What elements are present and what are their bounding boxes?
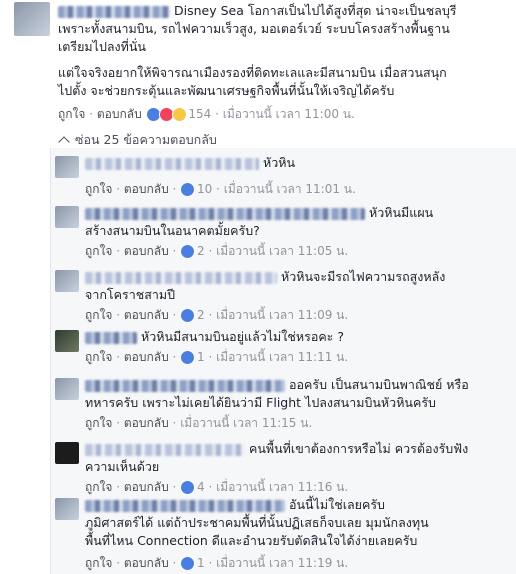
reply-actions: ถูกใจ · ตอบกลับ · เมื่อวานนี้ เวลา 11:15… xyxy=(85,416,313,430)
reaction-count[interactable]: 2 xyxy=(197,308,205,322)
avatar[interactable] xyxy=(55,156,79,178)
reply-link[interactable]: ตอบกลับ xyxy=(97,107,142,121)
avatar[interactable] xyxy=(55,498,79,520)
reply-actions: ถูกใจ · ตอบกลับ · 10 · เมื่อวานนี้ เวลา … xyxy=(85,182,356,197)
avatar[interactable] xyxy=(55,378,79,400)
reply-body: หัวหินมีสนามบินอยู่แล้วไม่ใช่หรอคะ ? xyxy=(85,328,505,346)
comment-paragraph-2: แต่ใจจริงอยากให้พิจารณาเมืองรองที่ติดทะเ… xyxy=(58,64,510,100)
reply-time[interactable]: เมื่อวานนี้ เวลา 11:11 น. xyxy=(216,350,348,364)
reply-body: อันนี้ไม่ใช่เลยครับ ภูมิศาสตร์ได้ แต่ถ้า… xyxy=(85,496,505,550)
reply-time[interactable]: เมื่อวานนี้ เวลา 11:01 น. xyxy=(224,182,356,196)
reaction-count[interactable]: 1 xyxy=(197,350,205,364)
top-comment-body: Disney Sea โอกาสเป็นไปได้สูงที่สุด น่าจะ… xyxy=(58,2,508,56)
reply-body: หัวหินจะมีรถไฟความรถสูงหลัง จากโคราชสามป… xyxy=(85,268,505,304)
reply-text-line-3: พื้นที่ไหน Connection ดีและอำนวยรับตัดสิ… xyxy=(85,533,418,548)
comment-line-1: Disney Sea โอกาสเป็นไปได้สูงที่สุด น่าจะ… xyxy=(173,3,457,18)
avatar[interactable] xyxy=(55,330,79,352)
comment-p2-line-2: ไปตั้ง จะช่วยกระตุ้นและพัฒนาเศรษฐกิจพื้น… xyxy=(58,83,395,98)
reply-time[interactable]: เมื่อวานนี้ เวลา 11:15 น. xyxy=(180,416,312,430)
commenter-name-redacted[interactable] xyxy=(58,5,170,18)
like-link[interactable]: ถูกใจ xyxy=(85,416,112,430)
comment-p2-line-1: แต่ใจจริงอยากให้พิจารณาเมืองรองที่ติดทะเ… xyxy=(58,65,447,80)
reply-author-redacted[interactable] xyxy=(85,207,365,220)
reply-text-line-2: ความเห็นด้วย xyxy=(85,459,160,474)
reply-body: หัวหิน xyxy=(85,154,505,172)
like-reaction-icon xyxy=(180,182,196,197)
reply-author-redacted[interactable] xyxy=(85,157,259,170)
reply-text-line-1: อันนี้ไม่ใช่เลยครับ xyxy=(288,497,385,512)
reply-item: หัวหินจะมีรถไฟความรถสูงหลัง จากโคราชสามป… xyxy=(51,266,511,332)
reply-text: หัวหินมีสนามบินอยู่แล้วไม่ใช่หรอคะ ? xyxy=(140,329,345,344)
avatar[interactable] xyxy=(55,206,79,228)
like-link[interactable]: ถูกใจ xyxy=(85,350,112,364)
reply-actions: ถูกใจ · ตอบกลับ · 2 · เมื่อวานนี้ เวลา 1… xyxy=(85,308,349,323)
like-link[interactable]: ถูกใจ xyxy=(85,244,112,258)
reply-text-line-2: ทหารครับ เพราะไม่เคยได้ยินว่ามี Flight ไ… xyxy=(85,395,436,410)
reply-item: หัวหิน ถูกใจ · ตอบกลับ · 10 · เมื่อวานนี… xyxy=(51,152,511,198)
reply-link[interactable]: ตอบกลับ xyxy=(124,416,169,430)
reply-link[interactable]: ตอบกลับ xyxy=(124,480,169,494)
comment-line-3: เตรียมไปลงที่นั่น xyxy=(58,39,146,54)
reply-text-line-1: ออครับ เป็นสนามบินพาณิชย์ หรือ xyxy=(288,377,469,392)
reaction-count[interactable]: 1 xyxy=(197,556,205,570)
like-link[interactable]: ถูกใจ xyxy=(85,308,112,322)
reply-time[interactable]: เมื่อวานนี้ เวลา 11:16 น. xyxy=(216,480,348,494)
reply-item: อันนี้ไม่ใช่เลยครับ ภูมิศาสตร์ได้ แต่ถ้า… xyxy=(51,494,511,574)
reaction-count[interactable]: 4 xyxy=(197,480,205,494)
avatar[interactable] xyxy=(55,442,79,464)
reply-time[interactable]: เมื่อวานนี้ เวลา 11:09 น. xyxy=(216,308,348,322)
like-reaction-icon xyxy=(180,556,196,571)
reply-text-line-2: ภูมิศาสตร์ได้ แต่ถ้าประชาคมพื้นที่นั้นปฏ… xyxy=(85,515,429,530)
reply-author-redacted[interactable] xyxy=(85,271,277,284)
like-reaction-icon xyxy=(180,308,196,323)
comment-actions: ถูกใจ · ตอบกลับ 154 · เมื่อวานนี้ เวลา 1… xyxy=(58,107,355,122)
reply-link[interactable]: ตอบกลับ xyxy=(124,244,169,258)
reply-actions: ถูกใจ · ตอบกลับ · 1 · เมื่อวานนี้ เวลา 1… xyxy=(85,350,349,365)
reply-text-line-2: สร้างสนามบินในอนาคตมั้ยครับ? xyxy=(85,223,260,238)
comment-line-2: เพราะทั้งสนามบิน, รถไฟความเร็วสูง, มอเตอ… xyxy=(58,21,450,36)
reaction-count[interactable]: 154 xyxy=(188,107,211,121)
reply-body: ออครับ เป็นสนามบินพาณิชย์ หรือ ทหารครับ … xyxy=(85,376,505,412)
hide-replies-link[interactable]: ซ่อน 25 ข้อความตอบกลับ xyxy=(58,130,217,150)
reply-author-redacted[interactable] xyxy=(85,331,137,344)
like-reaction-icon xyxy=(180,244,196,259)
reply-time[interactable]: เมื่อวานนี้ เวลา 11:05 น. xyxy=(216,244,348,258)
reply-item: หัวหินมีสนามบินอยู่แล้วไม่ใช่หรอคะ ? ถูก… xyxy=(51,326,511,374)
chevron-up-icon xyxy=(58,136,70,148)
reply-author-redacted[interactable] xyxy=(85,379,285,392)
comment-time[interactable]: เมื่อวานนี้ เวลา 11:00 น. xyxy=(223,107,355,121)
like-link[interactable]: ถูกใจ xyxy=(85,182,112,196)
reply-actions: ถูกใจ · ตอบกลับ · 2 · เมื่อวานนี้ เวลา 1… xyxy=(85,244,349,259)
reply-text-line-1: คนพื้นที่เขาต้องการหรือไม่ ควรต้องรับฟัง xyxy=(248,441,469,456)
reply-body: คนพื้นที่เขาต้องการหรือไม่ ควรต้องรับฟัง… xyxy=(85,440,505,476)
reply-author-redacted[interactable] xyxy=(85,443,245,456)
avatar[interactable] xyxy=(14,2,50,36)
reaction-count[interactable]: 10 xyxy=(197,182,212,196)
reply-actions: ถูกใจ · ตอบกลับ · 1 · เมื่อวานนี้ เวลา 1… xyxy=(85,556,349,571)
like-link[interactable]: ถูกใจ xyxy=(58,107,85,121)
like-link[interactable]: ถูกใจ xyxy=(85,480,112,494)
reply-text-line-1: หัวหินจะมีรถไฟความรถสูงหลัง xyxy=(280,269,446,284)
like-reaction-icon xyxy=(180,350,196,365)
like-reaction-icon xyxy=(180,480,196,495)
reply-text-line-1: หัวหินมีแผน xyxy=(368,205,434,220)
avatar[interactable] xyxy=(55,270,79,292)
reply-item: ออครับ เป็นสนามบินพาณิชย์ หรือ ทหารครับ … xyxy=(51,374,511,442)
reply-link[interactable]: ตอบกลับ xyxy=(124,350,169,364)
like-link[interactable]: ถูกใจ xyxy=(85,556,112,570)
replies-container: หัวหิน ถูกใจ · ตอบกลับ · 10 · เมื่อวานนี… xyxy=(50,148,516,574)
reply-body: หัวหินมีแผน สร้างสนามบินในอนาคตมั้ยครับ? xyxy=(85,204,505,240)
haha-reaction-icon xyxy=(171,107,187,122)
reply-link[interactable]: ตอบกลับ xyxy=(124,556,169,570)
reply-text: หัวหิน xyxy=(262,155,296,170)
reply-link[interactable]: ตอบกลับ xyxy=(124,308,169,322)
reaction-count[interactable]: 2 xyxy=(197,244,205,258)
reply-link[interactable]: ตอบกลับ xyxy=(124,182,169,196)
hide-replies-label: ซ่อน 25 ข้อความตอบกลับ xyxy=(75,132,217,147)
reply-author-redacted[interactable] xyxy=(85,499,285,512)
comment-thread: Disney Sea โอกาสเป็นไปได้สูงที่สุด น่าจะ… xyxy=(0,0,516,574)
reply-time[interactable]: เมื่อวานนี้ เวลา 11:19 น. xyxy=(216,556,348,570)
reply-text-line-2: จากโคราชสามปี xyxy=(85,287,176,302)
reply-item: หัวหินมีแผน สร้างสนามบินในอนาคตมั้ยครับ?… xyxy=(51,202,511,268)
